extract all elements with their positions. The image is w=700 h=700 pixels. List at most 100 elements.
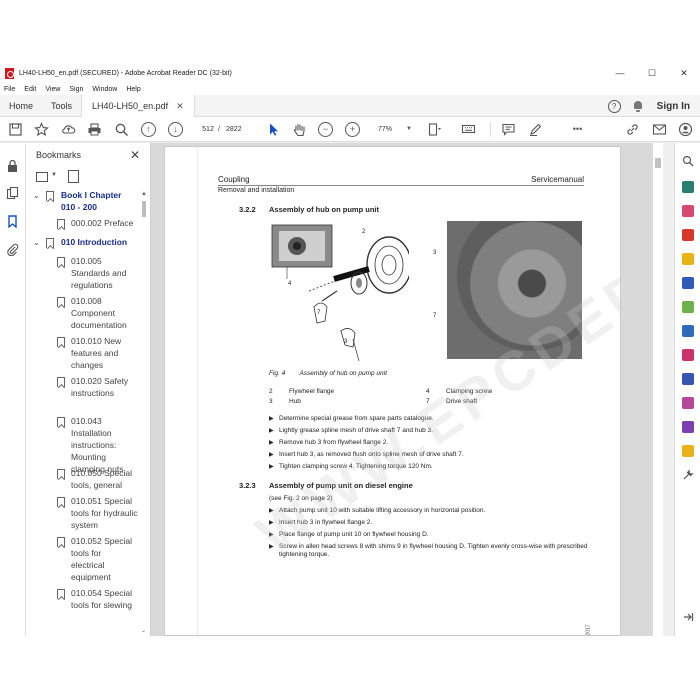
bookmark-flag-icon (57, 537, 65, 547)
menu-help[interactable]: Help (126, 86, 140, 93)
instruction-step: Attach pump unit 10 with suitable liftin… (279, 507, 486, 514)
menu-view[interactable]: View (45, 86, 60, 93)
page-header-left: Coupling (218, 175, 250, 184)
bookmark-flag-icon (57, 417, 65, 427)
tools-pane (674, 143, 700, 636)
more-tools-icon[interactable]: ••• (570, 122, 585, 137)
bookmark-label: 010.054 Special tools for slewing (71, 588, 132, 610)
legend-number: 2 (269, 388, 273, 395)
keyboard-icon[interactable] (461, 122, 476, 137)
close-bookmarks-icon[interactable]: ✕ (130, 148, 140, 162)
bookmark-flag-icon (46, 191, 54, 201)
comment-tool-icon[interactable] (682, 253, 694, 265)
attachment-icon[interactable] (6, 243, 19, 256)
document-scrollbar[interactable] (653, 143, 663, 636)
email-icon[interactable] (652, 122, 667, 137)
tab-document-label: LH40-LH50_en.pdf (92, 100, 169, 111)
drawing-callout: 4 (288, 281, 292, 287)
search-icon[interactable] (682, 155, 694, 167)
close-tab-icon[interactable]: ✕ (176, 95, 184, 117)
instruction-step: Insert hub 3, as removed flush onto spli… (279, 451, 464, 458)
bookmark-label: 010.050 Special tools, general (71, 468, 132, 490)
bookmarks-scroll-thumb[interactable] (142, 201, 146, 217)
legend-text: Flywheel flange (289, 388, 335, 395)
next-page-icon[interactable]: ↓ (168, 122, 183, 137)
combine-files-icon[interactable] (682, 277, 694, 289)
hand-tool-icon[interactable] (292, 122, 307, 137)
create-pdf-icon[interactable] (682, 229, 694, 241)
close-window-button[interactable]: ✕ (668, 68, 700, 79)
notifications-bell-icon[interactable] (633, 100, 643, 112)
select-cursor-icon[interactable] (266, 122, 281, 137)
request-signature-icon[interactable] (682, 421, 694, 433)
organize-pages-icon[interactable] (682, 205, 694, 217)
highlight-pen-icon[interactable] (528, 122, 543, 137)
print-icon[interactable] (87, 122, 102, 137)
page-footer-year: 2017 (585, 624, 592, 636)
share-link-icon[interactable] (625, 122, 640, 137)
legend-text: Hub (289, 398, 301, 405)
collapse-caret-icon[interactable]: ⌄ (33, 238, 40, 247)
bookmark-options-icon[interactable] (36, 172, 48, 182)
bookmarks-toolbar: ▼ (26, 167, 150, 189)
collapse-caret-icon[interactable]: ⌄ (33, 191, 40, 200)
step-bullet-icon: ▶ (269, 532, 274, 538)
find-text-icon[interactable] (114, 122, 129, 137)
bookmark-flag-icon (57, 297, 65, 307)
protect-shield-icon[interactable] (682, 373, 694, 385)
help-icon[interactable]: ? (607, 99, 621, 113)
flywheel-hub-image (457, 221, 582, 351)
zoom-level-dropdown[interactable]: 77% (378, 122, 392, 137)
menu-sign[interactable]: Sign (69, 86, 83, 93)
toolbar-divider (490, 122, 491, 137)
instruction-step: Lightly grease spline mesh of drive shaf… (279, 427, 433, 434)
sign-in-button[interactable]: Sign In (657, 101, 690, 112)
zoom-in-icon[interactable]: + (345, 122, 360, 137)
tab-tools[interactable]: Tools (42, 95, 81, 117)
bookmarks-panel-icon[interactable] (6, 215, 19, 228)
photo-callout: 7 (433, 313, 437, 319)
scroll-up-icon[interactable]: ▲ (141, 191, 147, 197)
bookmarks-header: Bookmarks ✕ (26, 143, 150, 167)
zoom-caret-icon[interactable]: ▼ (406, 122, 412, 137)
zoom-out-icon[interactable]: − (318, 122, 333, 137)
comment-icon[interactable] (501, 122, 516, 137)
more-tools-wrench-icon[interactable] (682, 469, 694, 481)
page-thumbnails-icon[interactable] (6, 187, 19, 200)
menu-edit[interactable]: Edit (24, 86, 36, 93)
account-icon[interactable] (678, 122, 693, 137)
legend-text: Drive shaft (446, 398, 478, 405)
page-fit-icon[interactable] (427, 122, 442, 137)
previous-page-icon[interactable]: ↑ (141, 122, 156, 137)
prepare-form-icon[interactable] (682, 397, 694, 409)
legend-number: 4 (426, 388, 430, 395)
tab-home[interactable]: Home (0, 95, 42, 117)
edit-pdf-icon[interactable] (682, 445, 694, 457)
maximize-button[interactable]: ☐ (636, 68, 668, 79)
scan-ocr-icon[interactable] (682, 325, 694, 337)
tab-bar: Home Tools LH40-LH50_en.pdf ✕ ? Sign In (0, 94, 700, 117)
bookmark-flag-icon (57, 469, 65, 479)
menu-file[interactable]: File (4, 86, 15, 93)
export-pdf-icon[interactable] (682, 181, 694, 193)
fill-sign-icon[interactable] (682, 349, 694, 361)
cloud-upload-icon[interactable] (61, 122, 76, 137)
step-bullet-icon: ▶ (269, 416, 274, 422)
tab-document[interactable]: LH40-LH50_en.pdf ✕ (81, 94, 195, 117)
lock-icon[interactable] (6, 159, 19, 172)
bookmark-options-caret-icon[interactable]: ▼ (51, 172, 57, 178)
collapse-pane-icon[interactable] (682, 611, 694, 623)
document-viewport[interactable]: Coupling Servicemanual Removal and insta… (151, 143, 653, 636)
page-number-input[interactable] (197, 122, 219, 137)
minimize-button[interactable]: — (604, 68, 636, 78)
save-icon[interactable] (8, 122, 23, 137)
scroll-down-icon[interactable]: ⌄ (141, 627, 146, 634)
compress-pdf-icon[interactable] (682, 301, 694, 313)
document-scroll-thumb[interactable] (655, 158, 661, 168)
bookmarks-scrollbar[interactable]: ▲ ⌄ (140, 189, 148, 634)
bookmark-flag-icon (57, 497, 65, 507)
menu-window[interactable]: Window (92, 86, 117, 93)
menu-bar: File Edit View Sign Window Help (0, 83, 700, 95)
bookmark-star-icon[interactable] (34, 122, 49, 137)
find-bookmark-icon[interactable] (68, 170, 79, 183)
